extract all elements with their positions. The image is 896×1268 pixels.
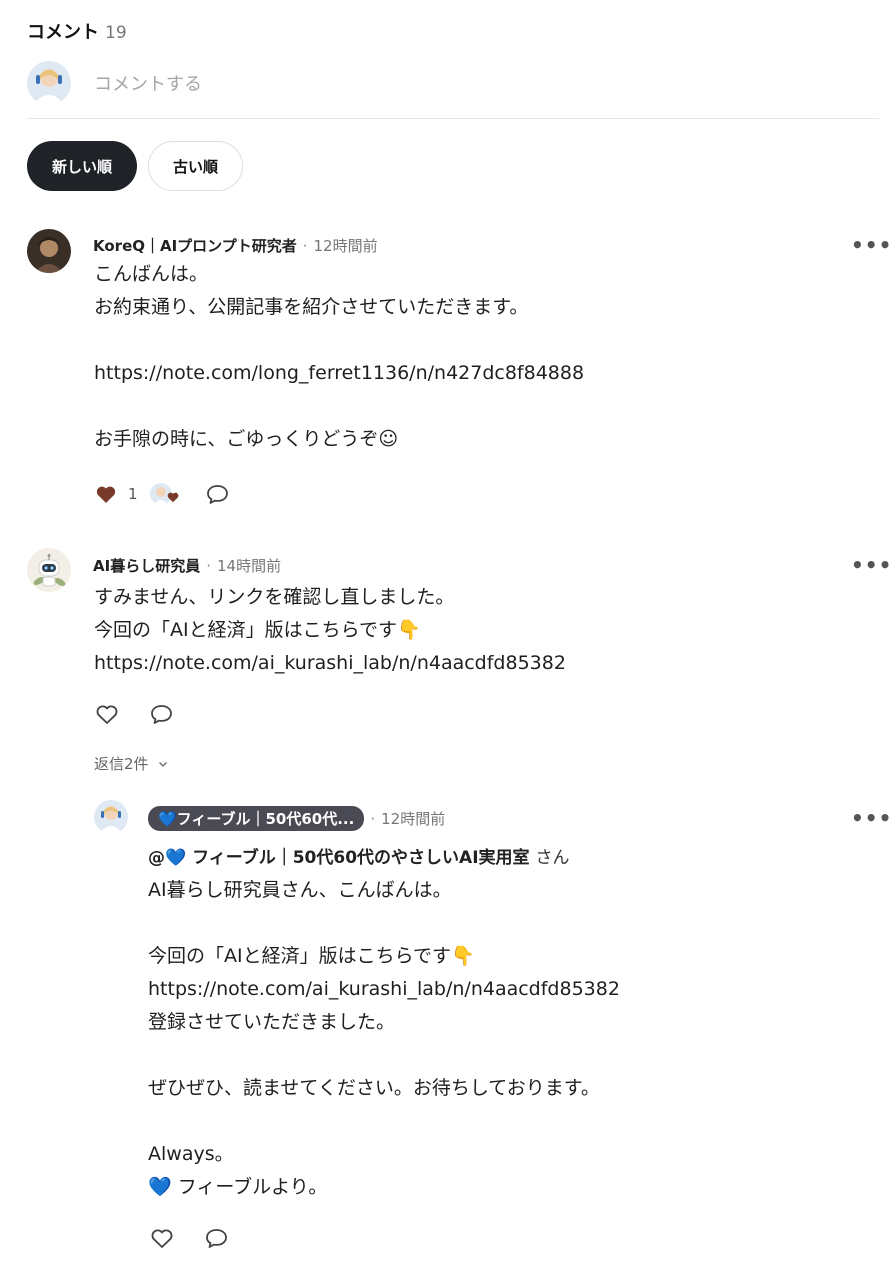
reply-line: Always。 [148, 1143, 234, 1165]
current-user-avatar [27, 61, 71, 105]
reply-line [148, 1039, 620, 1072]
reply-mention[interactable]: @💙 フィーブル｜50代60代のやさしいAI実用室 さん [148, 843, 569, 868]
comment-body: こんばんは。 お約束通り、公開記事を紹介させていただきます。 https://n… [94, 258, 584, 456]
reply-meta: 💙フィーブル｜50代60代... · 12時間前 [148, 806, 445, 831]
like-action[interactable]: 1 [94, 482, 138, 506]
mention-suffix: さん [535, 848, 570, 868]
comment-meta: KoreQ｜AIプロンプト研究者 · 12時間前 [93, 235, 378, 256]
avatar[interactable] [27, 548, 71, 592]
comment-icon[interactable] [205, 482, 230, 506]
divider [27, 118, 879, 119]
reply-line: 今回の「AIと経済」版はこちらです👇 [148, 945, 475, 967]
comment-time: 12時間前 [313, 237, 378, 255]
reply-author-badge[interactable]: 💙フィーブル｜50代60代... [148, 806, 365, 831]
reply-line [148, 907, 620, 940]
reply-link[interactable]: https://note.com/ai_kurashi_lab/n/n4aacd… [148, 973, 620, 1006]
more-icon[interactable]: ••• [851, 553, 892, 577]
sort-newest-button[interactable]: 新しい順 [27, 141, 137, 191]
comment-line [94, 390, 584, 423]
replies-toggle[interactable]: 返信2件 [94, 753, 169, 774]
comments-count: 19 [105, 23, 127, 43]
like-count: 1 [128, 485, 138, 503]
more-icon[interactable]: ••• [851, 233, 892, 257]
comments-header: コメント 19 [27, 18, 127, 44]
sort-oldest-button[interactable]: 古い順 [148, 141, 243, 191]
mention-name[interactable]: @💙 フィーブル｜50代60代のやさしいAI実用室 [148, 848, 530, 868]
avatar[interactable] [94, 800, 128, 834]
comment-link[interactable]: https://note.com/ai_kurashi_lab/n/n4aacd… [94, 647, 566, 680]
comment-line: 今回の「AIと経済」版はこちらです👇 [94, 619, 421, 641]
meta-separator: · [206, 556, 211, 575]
meta-separator: · [302, 236, 308, 255]
comment-time: 14時間前 [216, 557, 282, 575]
replies-toggle-label: 返信2件 [94, 755, 149, 773]
avatar[interactable] [27, 229, 71, 273]
reply-body: AI暮らし研究員さん、こんばんは。 今回の「AIと経済」版はこちらです👇 htt… [148, 874, 620, 1204]
reply-line [148, 1105, 620, 1138]
reply-line: AI暮らし研究員さん、こんばんは。 [148, 879, 452, 901]
comment-body: すみません、リンクを確認し直しました。 今回の「AIと経済」版はこちらです👇 h… [94, 581, 566, 680]
comment-link[interactable]: https://note.com/long_ferret1136/n/n427d… [94, 357, 584, 390]
reply-line: ぜひぜひ、読ませてください。お待ちしております。 [148, 1077, 600, 1099]
reply-line: 登録させていただきました。 [148, 1011, 396, 1033]
more-icon[interactable]: ••• [851, 806, 892, 830]
reply-line: 💙 フィーブルより。 [148, 1176, 328, 1198]
comment-line: こんばんは。 [94, 263, 209, 285]
comment-line: すみません、リンクを確認し直しました。 [94, 586, 455, 608]
comment-line: お手隙の時に、ごゆっくりどうぞ☺ [94, 428, 399, 450]
comment-meta: AI暮らし研究員 · 14時間前 [93, 555, 281, 576]
comment-line [94, 324, 584, 357]
heart-icon [167, 492, 179, 503]
comment-author[interactable]: AI暮らし研究員 [93, 555, 200, 576]
meta-separator: · [370, 809, 376, 828]
comment-input[interactable]: コメントする [94, 70, 202, 96]
heart-icon[interactable] [94, 702, 120, 726]
reply-time: 12時間前 [381, 810, 446, 828]
chevron-down-icon [158, 761, 167, 767]
comment-author[interactable]: KoreQ｜AIプロンプト研究者 [93, 235, 297, 256]
comment-icon[interactable] [149, 702, 174, 726]
heart-icon[interactable] [149, 1226, 175, 1250]
comments-title: コメント [27, 22, 99, 43]
heart-icon[interactable] [94, 482, 118, 506]
comment-icon[interactable] [204, 1226, 229, 1250]
comment-line: お約束通り、公開記事を紹介させていただきます。 [94, 296, 529, 318]
